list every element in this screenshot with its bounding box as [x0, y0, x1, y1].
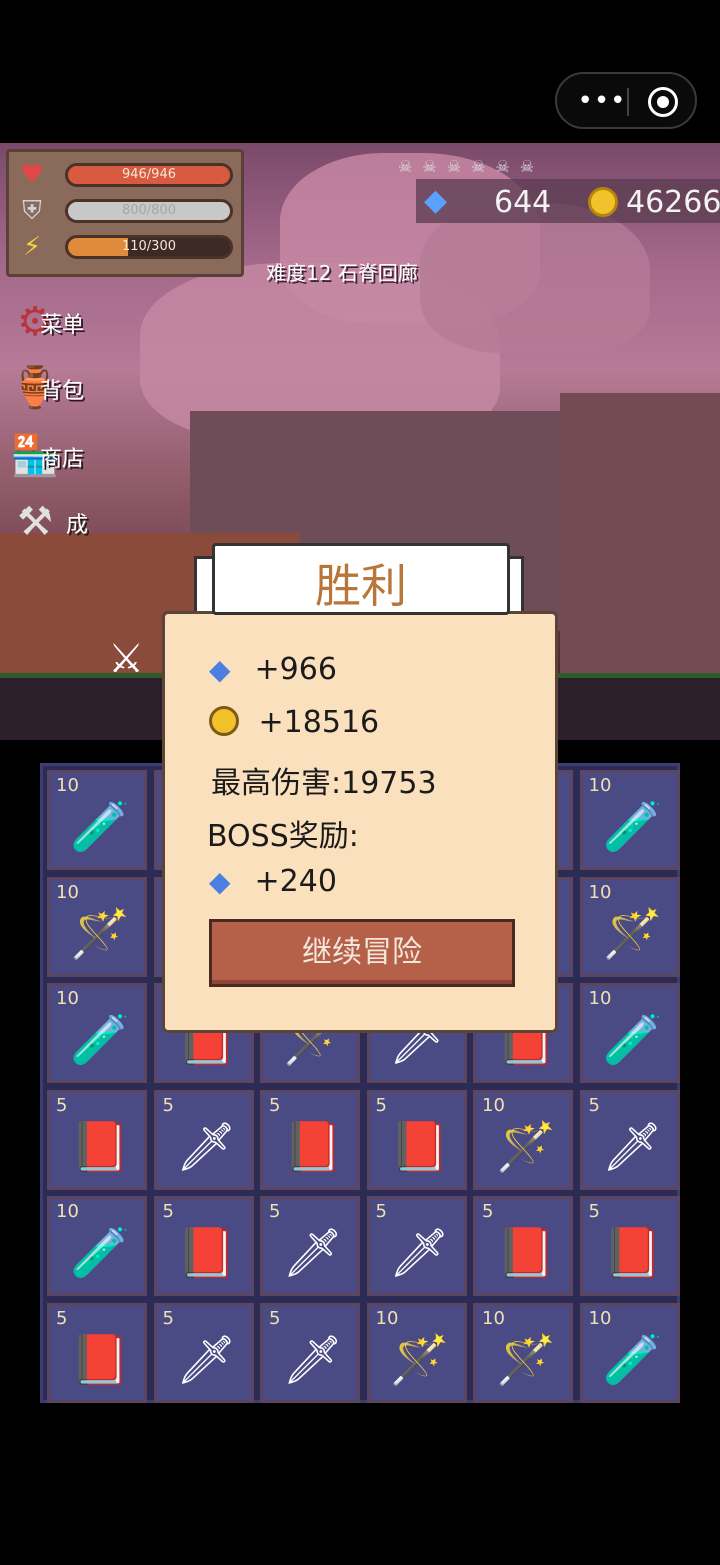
gem-count: 644 — [494, 185, 552, 220]
inventory-slot[interactable]: 10 🪄 — [579, 876, 680, 977]
gem-reward-row: ◆ +966 — [209, 652, 337, 692]
inventory-slot[interactable]: 5 📕 — [47, 1089, 147, 1190]
staff-icon: 🪄 — [496, 1331, 556, 1388]
forge-button[interactable]: ⚒ 成 — [6, 493, 116, 553]
sword-icon: 🗡 — [176, 1331, 237, 1388]
boss-gem-reward-value: +240 — [254, 864, 337, 899]
energy-row: ⚡ 110/300 — [15, 232, 239, 262]
continue-adventure-button[interactable]: 继续冒险 — [209, 919, 515, 987]
shop-label: 商店 — [40, 447, 85, 472]
inventory-slot[interactable]: 5 📕 — [579, 1196, 680, 1296]
capsule-divider — [627, 88, 629, 116]
currency-bar: ◆ 644 46266 — [416, 179, 720, 223]
sword-icon: 🗡 — [389, 1225, 450, 1281]
boss-progress-skulls: ☠☠☠☠☠☠ — [398, 157, 545, 176]
staff-icon: 🪄 — [70, 905, 130, 962]
inventory-slot[interactable]: 5 📕 — [153, 1196, 254, 1296]
diamond-icon: ◆ — [424, 183, 448, 218]
shop-button[interactable]: 🏪 商店 — [6, 427, 116, 487]
coin-count: 46266 — [626, 185, 720, 220]
book-icon: 📕 — [70, 1118, 130, 1175]
shield-bar: 800/800 — [65, 199, 233, 223]
inventory-slot[interactable]: 10 🪄 — [473, 1089, 573, 1190]
more-dots-icon[interactable]: ••• — [577, 86, 627, 116]
book-icon: 📕 — [389, 1118, 450, 1175]
inventory-slot[interactable]: 5 📕 — [366, 1089, 467, 1190]
book-icon: 📕 — [496, 1225, 556, 1281]
rock-cliff — [560, 393, 720, 693]
shield-row: ⛨ 800/800 — [15, 196, 239, 226]
inventory-slot[interactable]: 10 🧪 — [579, 770, 680, 870]
potion-icon: 🧪 — [70, 1012, 130, 1068]
inventory-slot[interactable]: 10 🪄 — [473, 1302, 573, 1403]
sword-icon: 🗡 — [282, 1225, 344, 1281]
coin-reward-value: +18516 — [258, 705, 380, 740]
book-icon: 📕 — [70, 1331, 130, 1388]
inventory-slot[interactable]: 10 🪄 — [47, 876, 147, 977]
potion-icon: 🧪 — [70, 799, 130, 855]
forge-label: 成 — [66, 513, 89, 538]
book-icon: 📕 — [176, 1225, 237, 1281]
inventory-slot[interactable]: 5 📕 — [260, 1089, 360, 1190]
sword-icon: 🗡 — [176, 1118, 237, 1175]
menu-label: 菜单 — [40, 313, 85, 338]
coin-reward-row: +18516 — [209, 705, 379, 745]
level-label: 难度12 石脊回廊 — [266, 261, 418, 285]
mini-program-capsule: ••• — [555, 72, 697, 129]
hero-sprite: ⚔ — [108, 636, 144, 682]
book-icon: 📕 — [602, 1225, 663, 1281]
anvil-icon: ⚒ — [17, 499, 53, 545]
staff-icon: 🪄 — [389, 1331, 450, 1388]
boss-gem-reward-row: ◆ +240 — [209, 864, 337, 904]
potion-icon: 🧪 — [602, 1012, 663, 1068]
potion-icon: 🧪 — [602, 1331, 663, 1388]
inventory-slot[interactable]: 10 🧪 — [47, 1196, 147, 1296]
inventory-slot[interactable]: 5 🗡 — [153, 1302, 254, 1403]
victory-title: 胜利 — [315, 559, 407, 613]
sword-icon: 🗡 — [602, 1118, 663, 1175]
shield-text: 800/800 — [121, 203, 176, 218]
inventory-slot[interactable]: 10 🧪 — [579, 1302, 680, 1403]
shield-icon: ⛨ — [22, 196, 42, 226]
sword-icon: 🗡 — [282, 1331, 344, 1388]
potion-icon: 🧪 — [70, 1225, 130, 1281]
inventory-slot[interactable]: 5 🗡 — [366, 1196, 467, 1296]
menu-button[interactable]: ⚙ 菜单 — [6, 293, 116, 353]
inventory-slot[interactable]: 5 🗡 — [153, 1089, 254, 1190]
potion-icon: 🧪 — [602, 799, 663, 855]
book-icon: 📕 — [283, 1118, 343, 1175]
inventory-slot[interactable]: 5 📕 — [47, 1302, 147, 1403]
coin-icon — [588, 187, 618, 217]
inventory-slot[interactable]: 10 🧪 — [47, 983, 147, 1083]
diamond-icon: ◆ — [209, 653, 231, 686]
inventory-slot[interactable]: 10 🧪 — [579, 983, 680, 1083]
staff-icon: 🪄 — [602, 905, 663, 962]
victory-popup: ◆ +966 +18516 最高伤害:19753 BOSS奖励: ◆ +240 … — [162, 611, 558, 1033]
victory-banner: 胜利 — [212, 543, 510, 615]
energy-text: 110/300 — [121, 239, 176, 254]
max-damage-label: 最高伤害:19753 — [211, 766, 437, 801]
energy-bar: 110/300 — [65, 235, 233, 259]
backpack-button[interactable]: 🏺 背包 — [6, 359, 116, 419]
staff-icon: 🪄 — [496, 1118, 556, 1175]
player-stats-panel: ♥ 946/946 ⛨ 800/800 ⚡ 110/300 — [6, 149, 244, 277]
hp-row: ♥ 946/946 — [15, 160, 239, 190]
heart-icon: ♥ — [20, 160, 44, 190]
inventory-slot[interactable]: 10 🪄 — [366, 1302, 467, 1403]
backpack-label: 背包 — [40, 379, 85, 404]
inventory-slot[interactable]: 5 🗡 — [579, 1089, 680, 1190]
target-icon[interactable] — [648, 87, 678, 117]
inventory-slot[interactable]: 5 🗡 — [260, 1196, 360, 1296]
hp-bar: 946/946 — [65, 163, 233, 187]
coin-icon — [209, 706, 239, 736]
inventory-slot[interactable]: 5 📕 — [473, 1196, 573, 1296]
gem-reward-value: +966 — [254, 652, 337, 687]
hp-text: 946/946 — [121, 167, 176, 182]
inventory-slot[interactable]: 5 🗡 — [260, 1302, 360, 1403]
diamond-icon: ◆ — [209, 865, 231, 898]
cloud — [420, 203, 650, 353]
boss-reward-label: BOSS奖励: — [207, 819, 359, 854]
inventory-slot[interactable]: 10 🧪 — [47, 770, 147, 870]
lightning-icon: ⚡ — [22, 232, 42, 262]
